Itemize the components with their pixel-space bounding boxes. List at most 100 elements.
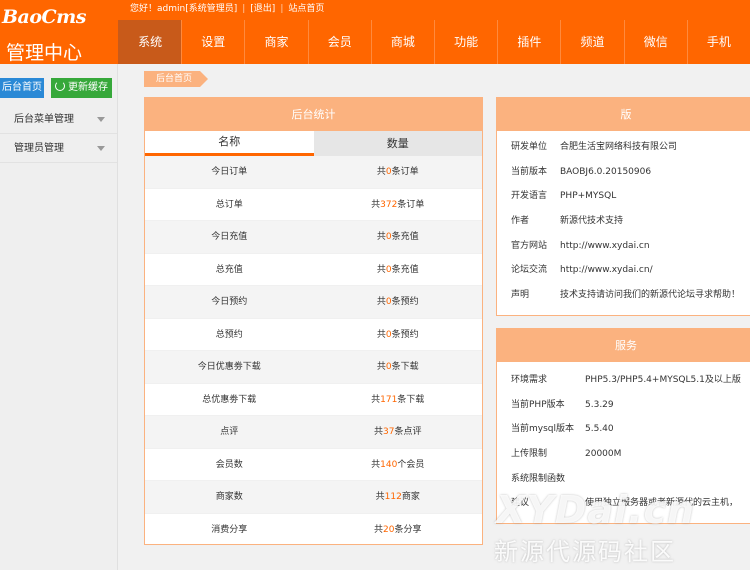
stat-count-suffix: 条下载 [391,362,419,372]
info-value: http://www.xydai.cn/ [560,265,653,276]
stat-name: 消费分享 [211,524,248,535]
server-panel-title: 服务 [497,329,750,362]
stat-count-suffix: 条点评 [394,427,422,437]
info-key: 当前PHP版本 [511,399,565,410]
version-info-list: 研发单位 合肥生活宝网络科技有限公司 当前版本 BAOBJ6.0.20150906 开发… [497,131,750,308]
column-header-name[interactable]: 名称 [145,131,314,156]
list-item: 环境需求 PHP5.3/PHP5.4+MYSQL5.1及以上版 [497,368,750,393]
info-key: 论坛交流 [511,265,548,276]
stat-count-prefix: 共 [375,492,385,502]
stat-name: 总充值 [215,264,243,275]
logo-text: BaoCms [2,6,86,28]
nav-tab-mobile[interactable]: 手机 [686,20,750,64]
stat-count-prefix: 共 [371,459,381,470]
nav-tab-functions[interactable]: 功能 [434,20,497,64]
stat-name: 总优惠劵下载 [202,394,257,405]
stat-count-suffix: 条充值 [391,264,419,275]
stats-panel-title: 后台统计 [145,98,482,131]
table-row: 总充值 共0条充值 [145,254,483,286]
stat-count-suffix: 条充值 [391,232,419,242]
main-nav: 系统 设置 商家 会员 商城 功能 插件 频道 微信 手机 [118,20,750,64]
stat-count-prefix: 共 [376,297,386,307]
stat-name: 总订单 [215,199,243,210]
stat-count: 共140个会员 [314,449,483,481]
stat-count-suffix: 条分享 [394,524,422,535]
breadcrumb[interactable]: 后台首页 [144,71,209,87]
info-value: 5.5.40 [585,424,614,435]
nav-tab-settings[interactable]: 设置 [181,20,244,64]
nav-tab-members[interactable]: 会员 [307,20,371,64]
stat-count: 共171条下载 [314,384,483,416]
stat-name: 商家数 [215,492,243,502]
nav-tab-channels[interactable]: 频道 [560,20,623,64]
stat-count-prefix: 共 [374,427,384,437]
chevron-down-icon [97,146,105,151]
watermark-text: 新源代源码社区 [494,538,676,566]
info-key: 上传限制 [511,449,548,460]
info-value: PHP+MYSQL [560,191,617,202]
stat-name: 今日订单 [211,167,248,177]
stats-table-header: 名称 数量 [145,131,482,156]
admin-home-button[interactable]: 后台首页 [0,78,44,98]
refresh-icon [55,81,65,91]
info-key: 开发语言 [511,191,548,202]
site-home-link[interactable]: 站点首页 [288,4,324,14]
update-cache-button[interactable]: 更新缓存 [51,78,112,98]
info-key: 当前mysql版本 [511,424,574,435]
stat-count: 共112商家 [314,481,483,513]
list-item: 当前版本 BAOBJ6.0.20150906 [497,160,750,185]
info-key: 声明 [511,290,530,301]
table-row: 总订单 共372条订单 [145,189,483,221]
nav-tab-mall[interactable]: 商城 [370,20,434,64]
info-value: 合肥生活宝网络科技有限公司 [560,142,678,152]
list-item: 作者 新源代技术支持 [497,209,750,234]
stat-count-suffix: 条预约 [391,297,419,307]
stat-count-suffix: 个会员 [397,459,425,470]
logout-link[interactable]: [退出] [250,4,275,14]
nav-tab-system[interactable]: 系统 [118,20,182,64]
column-header-count[interactable]: 数量 [313,131,482,156]
list-item: 论坛交流 http://www.xydai.cn/ [497,258,750,283]
stat-count: 共372条订单 [314,189,483,221]
stat-count-number: 140 [380,459,398,470]
greeting-text: 您好！admin[系统管理员] [130,4,238,14]
stat-name: 点评 [220,427,239,437]
stat-count: 共0条充值 [314,221,483,253]
stat-count-number: 20 [383,524,395,535]
list-item: 官方网站 http://www.xydai.cn [497,234,750,259]
logo[interactable]: BaoCms 管理中心 [0,0,118,64]
stat-count-prefix: 共 [376,232,386,242]
stat-count: 共0条订单 [314,156,483,188]
list-item: 当前mysql版本 5.5.40 [497,417,750,442]
sidebar-item-menu-management[interactable]: 后台菜单管理 [0,105,117,134]
stat-count-number: 171 [380,394,398,405]
stat-count-number: 37 [383,427,395,437]
version-info-panel: 版 研发单位 合肥生活宝网络科技有限公司 当前版本 BAOBJ6.0.20150906… [496,97,750,316]
stat-name: 今日预约 [211,297,248,307]
info-value: 新源代技术支持 [560,216,624,227]
stat-count: 共0条充值 [314,254,483,286]
info-key: 官方网站 [511,240,548,251]
sidebar-item-label: 管理员管理 [14,143,64,154]
nav-tab-merchants[interactable]: 商家 [244,20,307,64]
sidebar-item-label: 后台菜单管理 [14,114,74,125]
nav-tab-wechat[interactable]: 微信 [623,20,687,64]
stat-count-prefix: 共 [371,199,381,210]
info-value: BAOBJ6.0.20150906 [560,166,652,177]
info-value: 20000M [585,449,622,460]
info-value: PHP5.3/PHP5.4+MYSQL5.1及以上版 [585,375,741,385]
nav-tab-plugins[interactable]: 插件 [497,20,560,64]
stat-count: 共37条点评 [314,416,483,448]
watermark-logo: XYDai.cn [496,488,696,532]
table-row: 今日充值 共0条充值 [145,221,482,254]
table-row: 总优惠劵下载 共171条下载 [145,384,483,416]
list-item: 当前PHP版本 5.3.29 [497,393,750,418]
stat-count-number: 372 [380,199,398,210]
stat-name: 会员数 [215,459,243,470]
sidebar-item-admin-management[interactable]: 管理员管理 [0,134,117,163]
stat-count-prefix: 共 [374,524,384,535]
table-row: 点评 共37条点评 [145,416,482,449]
logo-subtitle: 管理中心 [6,42,83,64]
stat-count: 共0条下载 [314,351,483,383]
stats-table-body: 今日订单 共0条订单总订单 共372条订单 今日充值 共0条充值总充值 共0条充值今日预约… [145,156,482,546]
